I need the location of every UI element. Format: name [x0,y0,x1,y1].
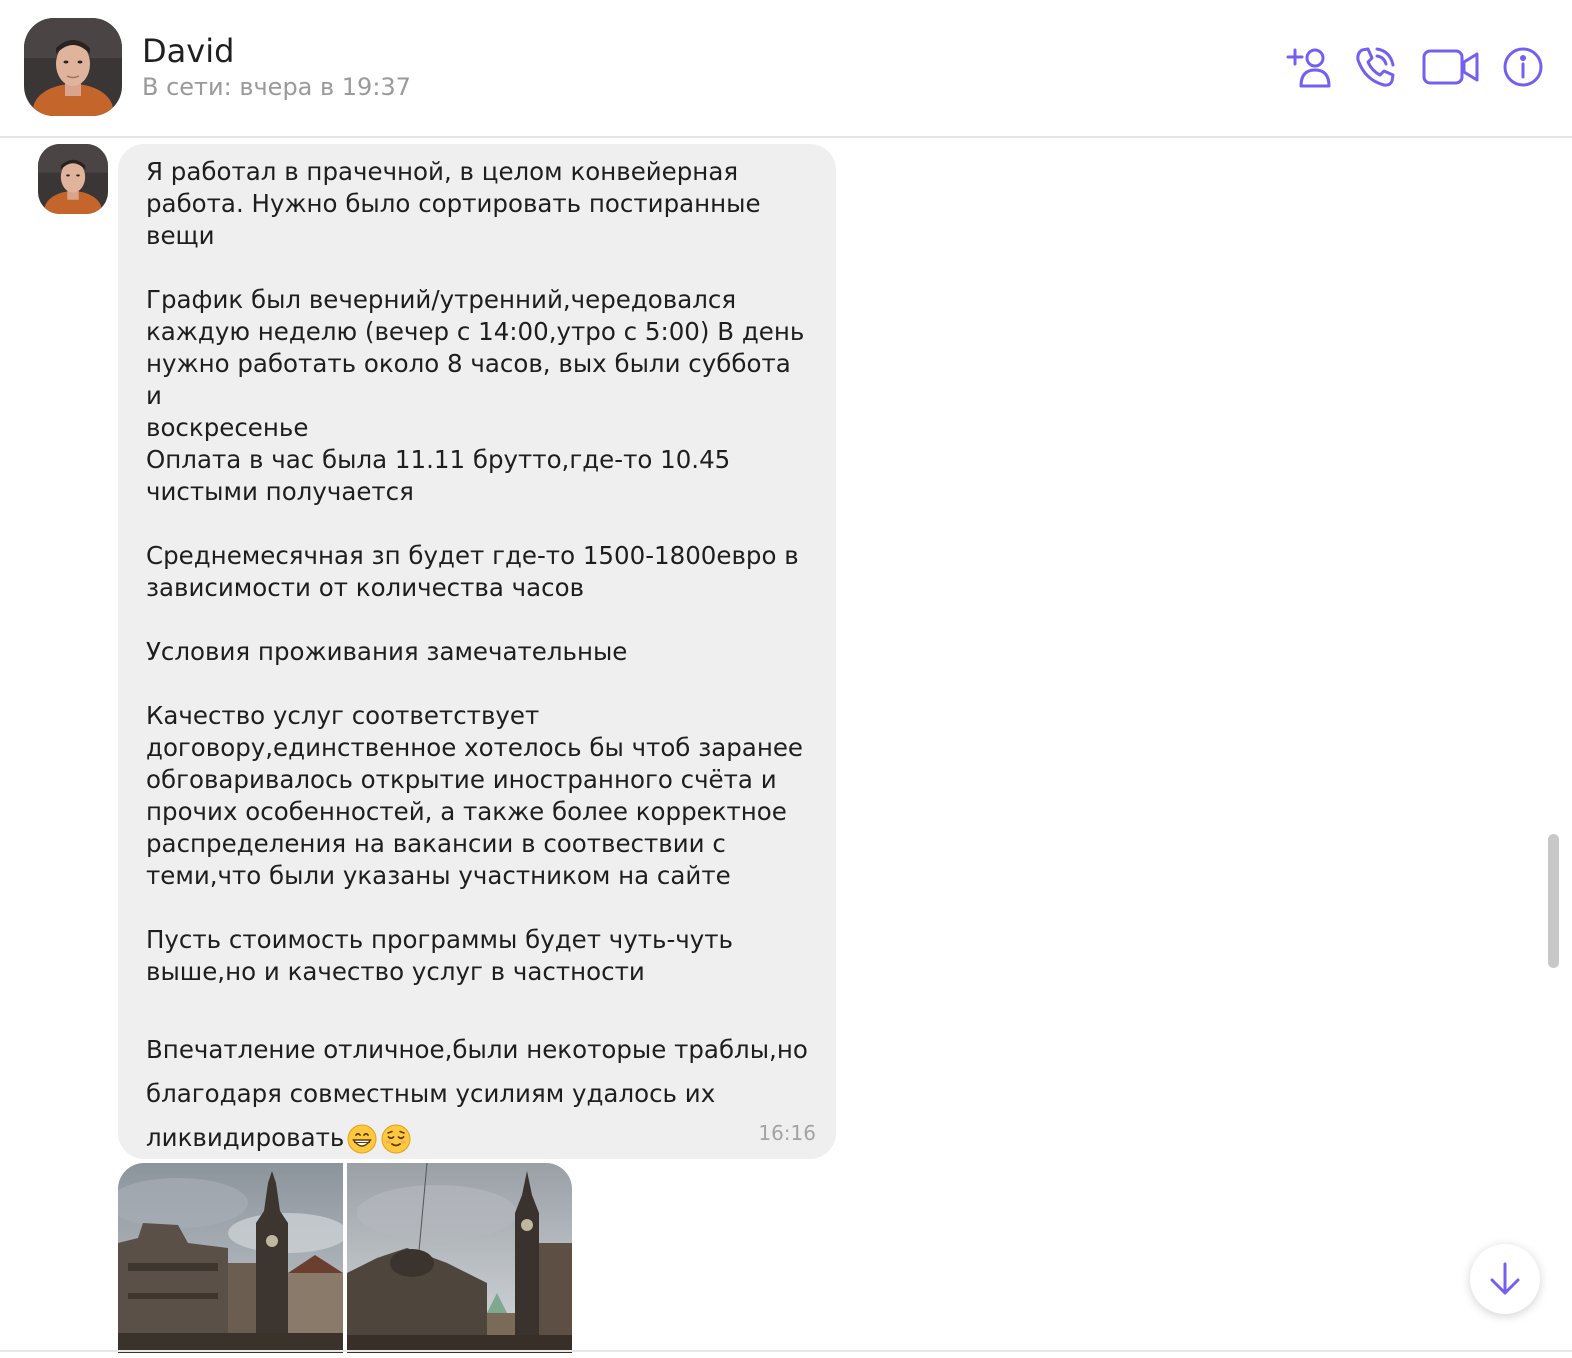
contact-avatar[interactable] [24,18,122,116]
sender-avatar[interactable] [38,144,108,214]
divider [0,1350,1572,1352]
scrollbar-thumb[interactable] [1548,834,1559,968]
photo-thumbnail[interactable] [347,1163,572,1353]
video-call-icon[interactable] [1420,44,1482,90]
photo-thumbnail[interactable] [118,1163,343,1353]
message-line: Среднемесячная зп будет где-то 1500-1800… [146,541,799,570]
message-line: распределения на вакансии в соотвествии … [146,829,726,858]
message-line: зависимости от количества часов [146,573,585,602]
message-line: прочих особенностей, а также более корре… [146,797,787,826]
message-line: договору,единственное хотелось бы чтоб з… [146,733,803,762]
message-line-last: ликвидировать [146,1116,808,1160]
message-line: Оплата в час была 11.11 брутто,где-то 10… [146,445,731,474]
message-line: Я работал в прачечной, в целом конвейерн… [146,157,739,186]
add-contact-icon[interactable] [1284,44,1334,90]
message-line: теми,что были указаны участником на сайт… [146,861,731,890]
message-line: благодаря совместным усилиям удалось их [146,1079,716,1108]
phone-call-icon[interactable] [1350,44,1400,90]
contact-status: В сети: вчера в 19:37 [142,73,411,101]
message-line: работа. Нужно было сортировать постиранн… [146,189,761,218]
message-line: каждую неделю (вечер с 14:00,утро с 5:00… [146,317,805,346]
message-bubble[interactable]: Я работал в прачечной, в целом конвейерн… [118,144,836,1159]
message-line: нужно работать около 8 часов, вых были с… [146,349,791,410]
message-line: обговаривалось открытие иностранного счё… [146,765,777,794]
contact-name[interactable]: David [142,32,234,70]
message-line: Пусть стоимость программы будет чуть-чут… [146,925,733,954]
message-line: чистыми получается [146,477,414,506]
message-line: График был вечерний/утренний,чередовался [146,285,737,314]
relieved-face-emoji [380,1123,412,1155]
message-timestamp: 16:16 [758,1121,816,1145]
message-line: выше,но и качество услуг в частности [146,957,645,986]
message-line: Впечатление отличное,были некоторые траб… [146,1035,808,1064]
message-text: Я работал в прачечной, в целом конвейерн… [146,156,808,1160]
scroll-to-bottom-button[interactable] [1470,1244,1540,1314]
message-line: Качество услуг соответствует [146,701,540,730]
message-line: ликвидировать [146,1123,345,1152]
message-line: Условия проживания замечательные [146,637,628,666]
arrow-down-icon [1490,1262,1520,1295]
message-line: вещи [146,221,215,250]
chat-header: David В сети: вчера в 19:37 [0,0,1572,138]
info-icon[interactable] [1498,44,1548,90]
grinning-face-emoji [346,1123,378,1155]
message-line: воскресенье [146,413,309,442]
photo-album [118,1163,572,1353]
